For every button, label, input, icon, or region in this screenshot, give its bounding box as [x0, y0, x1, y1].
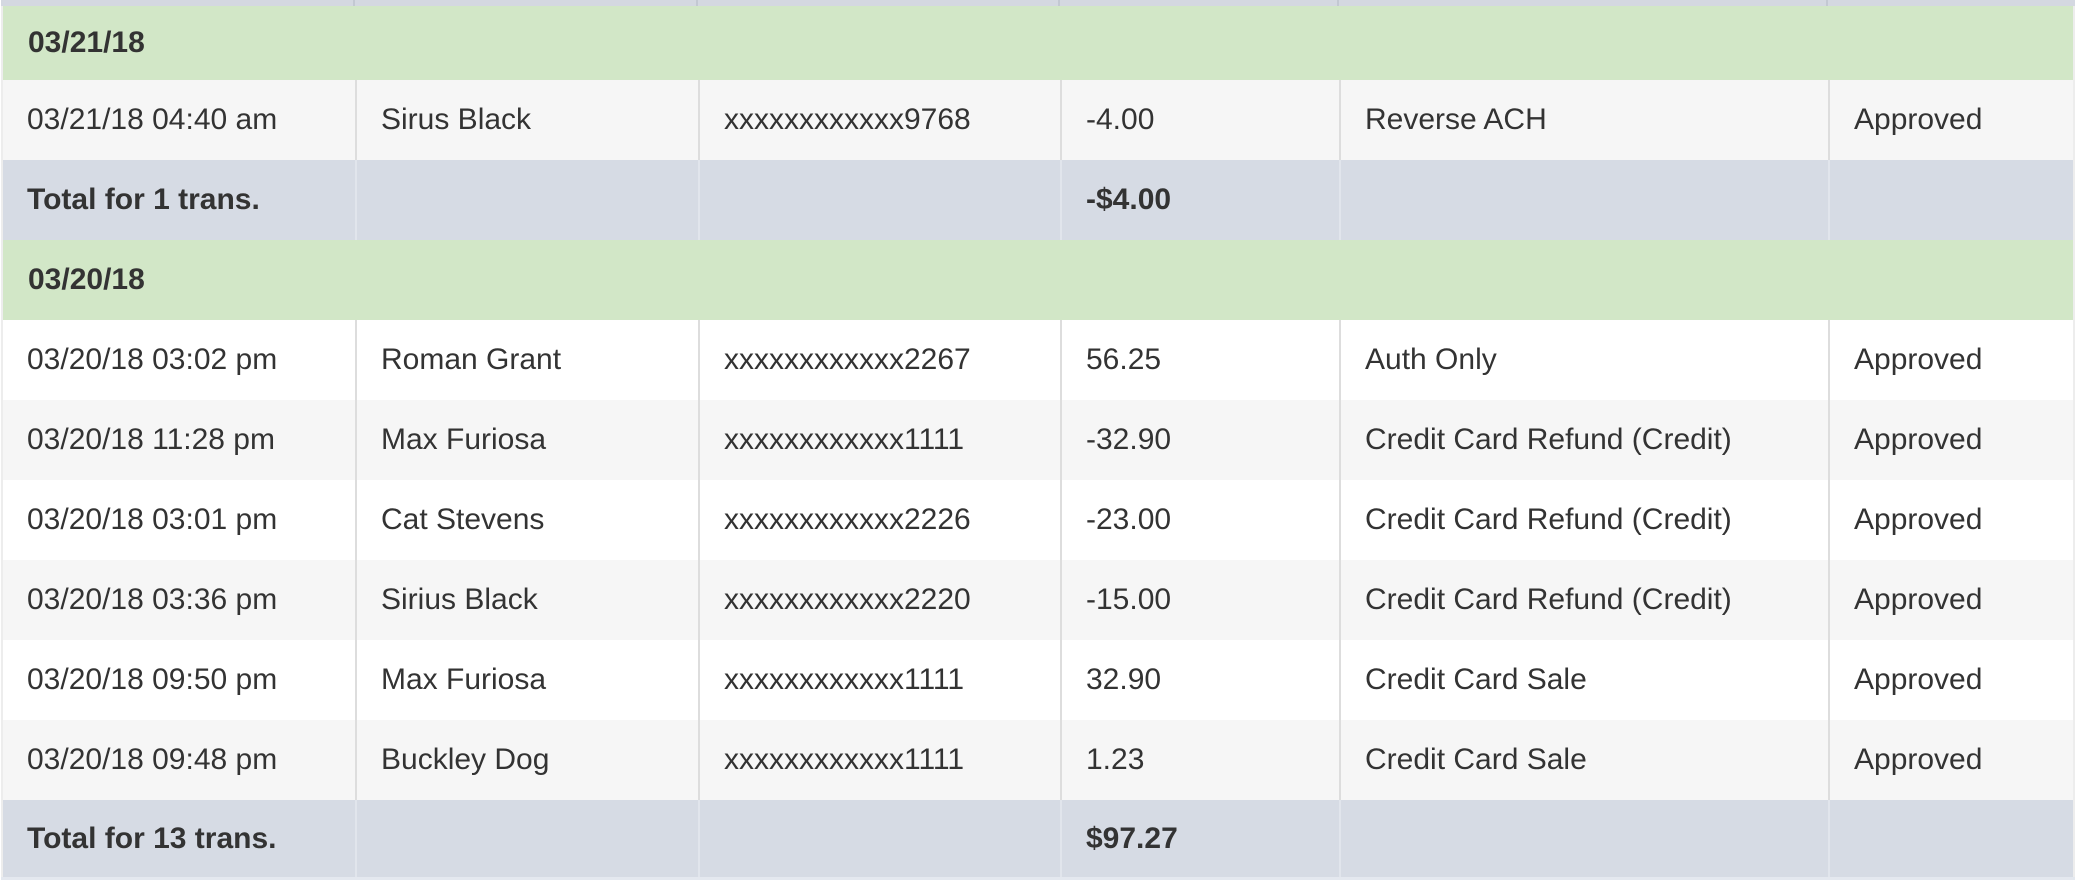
cell-datetime: 03/20/18 11:28 pm [27, 423, 275, 456]
cell-customer-name: Max Furiosa [355, 640, 698, 720]
transaction-row[interactable]: 03/20/18 03:01 pm Cat Stevens xxxxxxxxxx… [3, 480, 2073, 560]
cell-datetime: 03/20/18 03:01 pm [27, 503, 278, 536]
cell-total-amount: $97.27 [1060, 800, 1339, 877]
cell-status: Approved [1828, 80, 2073, 160]
cell-total-label: Total for 1 trans. [27, 183, 260, 216]
cell-transaction-type: Credit Card Sale [1339, 640, 1828, 720]
cell-datetime: 03/20/18 03:02 pm [27, 343, 278, 376]
cropped-header-segment [696, 0, 1058, 6]
transaction-row[interactable]: 03/20/18 09:50 pm Max Furiosa xxxxxxxxxx… [3, 640, 2073, 720]
cropped-header-segment [1826, 0, 2075, 6]
cell-status: Approved [1828, 320, 2073, 400]
cell-status: Approved [1828, 640, 2073, 720]
cell-card-number: xxxxxxxxxxxx9768 [698, 80, 1060, 160]
cell-customer-name: Sirus Black [355, 80, 698, 160]
cell-amount: 1.23 [1060, 720, 1339, 800]
cell-card-number: xxxxxxxxxxxx2220 [698, 560, 1060, 640]
cell-customer-name: Cat Stevens [355, 480, 698, 560]
cropped-header-segment [1337, 0, 1826, 6]
cell-amount: -32.90 [1060, 400, 1339, 480]
cell-amount: -23.00 [1060, 480, 1339, 560]
cell-customer-name: Max Furiosa [355, 400, 698, 480]
cell-amount: -4.00 [1060, 80, 1339, 160]
cell-card-number: xxxxxxxxxxxx1111 [698, 400, 1060, 480]
transaction-row[interactable]: 03/20/18 11:28 pm Max Furiosa xxxxxxxxxx… [3, 400, 2073, 480]
transaction-row[interactable]: 03/20/18 09:48 pm Buckley Dog xxxxxxxxxx… [3, 720, 2073, 800]
cell-customer-name: Roman Grant [355, 320, 698, 400]
cell-datetime: 03/21/18 04:40 am [27, 103, 278, 136]
date-group-header: 03/21/18 [3, 6, 2073, 80]
cropped-header-edge [1, 0, 2075, 6]
transactions-table: 03/21/18 03/21/18 04:40 am Sirus Black x… [1, 6, 2075, 877]
cell-datetime: 03/20/18 03:36 pm [27, 583, 278, 616]
date-group-label: 03/21/18 [28, 26, 145, 59]
cell-transaction-type: Credit Card Refund (Credit) [1339, 400, 1828, 480]
cell-customer-name: Buckley Dog [355, 720, 698, 800]
date-group-label: 03/20/18 [28, 263, 145, 296]
cell-transaction-type: Credit Card Sale [1339, 720, 1828, 800]
cell-total-label: Total for 13 trans. [27, 821, 277, 855]
cell-card-number: xxxxxxxxxxxx1111 [698, 640, 1060, 720]
cell-customer-name: Sirius Black [355, 560, 698, 640]
cell-status: Approved [1828, 560, 2073, 640]
cell-transaction-type: Credit Card Refund (Credit) [1339, 560, 1828, 640]
cell-status: Approved [1828, 400, 2073, 480]
cell-datetime: 03/20/18 09:50 pm [27, 663, 278, 696]
group-total-row: Total for 13 trans. $97.27 [3, 800, 2073, 877]
cell-transaction-type: Credit Card Refund (Credit) [1339, 480, 1828, 560]
cell-transaction-type: Auth Only [1339, 320, 1828, 400]
cell-amount: 56.25 [1060, 320, 1339, 400]
cell-amount: -15.00 [1060, 560, 1339, 640]
cell-card-number: xxxxxxxxxxxx2267 [698, 320, 1060, 400]
cell-total-amount: -$4.00 [1060, 160, 1339, 240]
date-group-header: 03/20/18 [3, 240, 2073, 320]
cell-card-number: xxxxxxxxxxxx2226 [698, 480, 1060, 560]
cell-datetime: 03/20/18 09:48 pm [27, 743, 278, 776]
cell-transaction-type: Reverse ACH [1339, 80, 1828, 160]
cropped-header-segment [1058, 0, 1337, 6]
group-total-row: Total for 1 trans. -$4.00 [3, 160, 2073, 240]
transaction-row[interactable]: 03/20/18 03:36 pm Sirius Black xxxxxxxxx… [3, 560, 2073, 640]
cell-status: Approved [1828, 480, 2073, 560]
cropped-header-segment [353, 0, 696, 6]
transaction-row[interactable]: 03/21/18 04:40 am Sirus Black xxxxxxxxxx… [3, 80, 2073, 160]
cell-card-number: xxxxxxxxxxxx1111 [698, 720, 1060, 800]
transaction-row[interactable]: 03/20/18 03:02 pm Roman Grant xxxxxxxxxx… [3, 320, 2073, 400]
cell-amount: 32.90 [1060, 640, 1339, 720]
cell-status: Approved [1828, 720, 2073, 800]
cropped-header-segment [1, 0, 353, 6]
